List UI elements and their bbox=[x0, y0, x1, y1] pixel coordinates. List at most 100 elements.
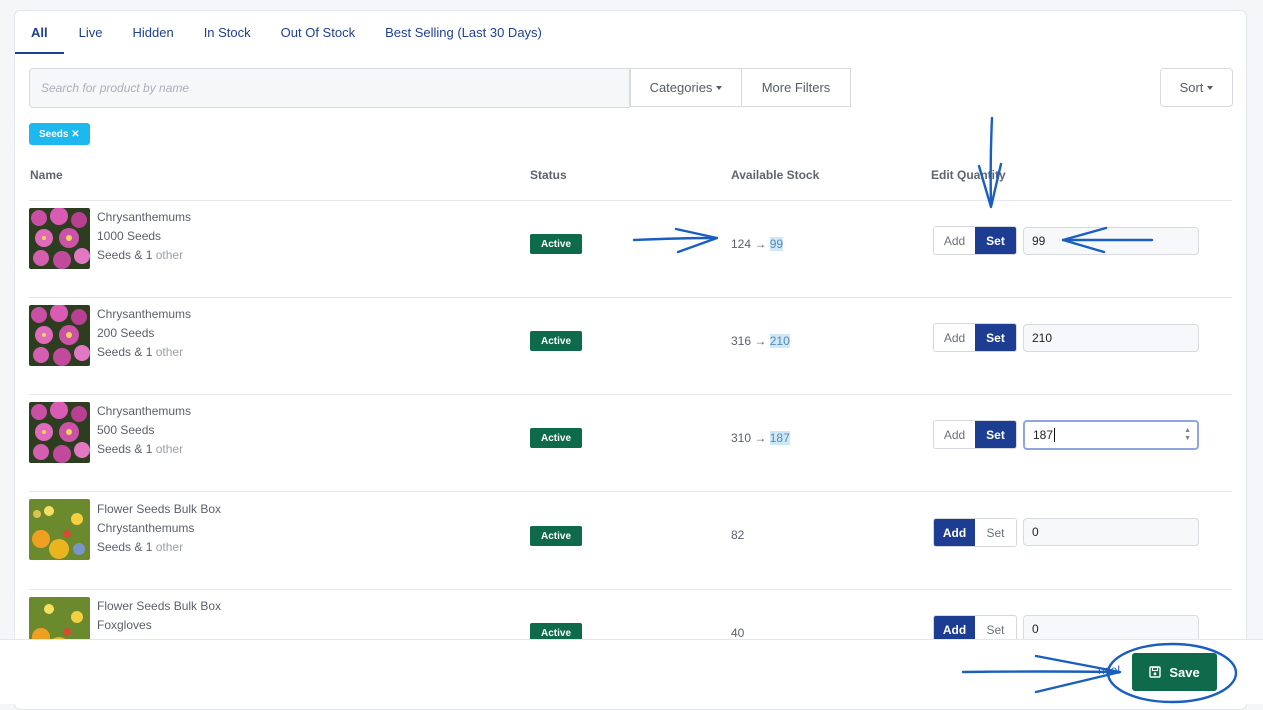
category-separator: & bbox=[134, 540, 146, 554]
product-name-cell: Chrysanthemums 200 Seeds Seeds & 1 other bbox=[97, 305, 191, 362]
product-thumbnail[interactable] bbox=[29, 402, 90, 463]
product-title[interactable]: Flower Seeds Bulk Box bbox=[97, 597, 221, 616]
chip-remove-icon[interactable]: ✕ bbox=[71, 129, 79, 140]
product-name-cell: Flower Seeds Bulk Box Chrystanthemums Se… bbox=[97, 500, 221, 557]
stock-value: 310 → 187 bbox=[731, 431, 790, 445]
category-other: other bbox=[155, 345, 184, 359]
chrysanthemum-image bbox=[29, 208, 90, 269]
chrysanthemum-image bbox=[29, 305, 90, 366]
products-card: All Live Hidden In Stock Out Of Stock Be… bbox=[14, 10, 1247, 710]
product-category: Seeds & 1 other bbox=[97, 440, 191, 459]
status-badge: Active bbox=[530, 331, 582, 351]
stock-new: 210 bbox=[769, 334, 790, 348]
category-separator: & bbox=[134, 248, 146, 262]
arrow-right-icon: → bbox=[754, 431, 767, 445]
column-header-stock: Available Stock bbox=[731, 168, 820, 182]
category-name: Seeds bbox=[97, 540, 132, 554]
category-other: other bbox=[155, 540, 184, 554]
number-spinner-icon[interactable]: ▲ ▼ bbox=[1184, 427, 1191, 443]
quantity-mode-toggle: Add Set bbox=[933, 518, 1017, 547]
sort-button[interactable]: Sort bbox=[1160, 68, 1233, 107]
tab-in-stock[interactable]: In Stock bbox=[189, 11, 266, 54]
caret-down-icon bbox=[1207, 86, 1214, 90]
quantity-value: 187 bbox=[1033, 428, 1054, 442]
sort-label: Sort bbox=[1179, 80, 1204, 95]
product-title[interactable]: Flower Seeds Bulk Box bbox=[97, 500, 221, 519]
category-other: other bbox=[155, 442, 184, 456]
stock-value: 82 bbox=[731, 528, 745, 542]
set-mode-button[interactable]: Set bbox=[975, 324, 1016, 351]
cancel-link[interactable]: ncel bbox=[1098, 663, 1120, 677]
categories-label: Categories bbox=[649, 80, 713, 95]
action-footer bbox=[0, 639, 1263, 704]
caret-down-icon bbox=[716, 86, 723, 90]
category-other: other bbox=[155, 248, 184, 262]
stock-value: 40 bbox=[731, 626, 745, 640]
set-mode-button[interactable]: Set bbox=[975, 519, 1016, 546]
row-divider bbox=[29, 491, 1232, 492]
product-variant: 200 Seeds bbox=[97, 326, 155, 340]
status-badge: Active bbox=[530, 428, 582, 448]
add-mode-button[interactable]: Add bbox=[934, 324, 975, 351]
quantity-mode-toggle: Add Set bbox=[933, 323, 1017, 352]
column-header-name: Name bbox=[30, 168, 63, 182]
search-input[interactable] bbox=[29, 68, 630, 108]
chip-label: Seeds bbox=[39, 128, 69, 140]
row-divider bbox=[29, 394, 1232, 395]
category-count: 1 bbox=[145, 345, 153, 359]
more-filters-button[interactable]: More Filters bbox=[741, 68, 851, 107]
product-category: Seeds & 1 other bbox=[97, 246, 191, 265]
tab-live[interactable]: Live bbox=[64, 11, 118, 54]
product-thumbnail[interactable] bbox=[29, 499, 90, 560]
category-name: Seeds bbox=[97, 345, 132, 359]
stock-current: 124 bbox=[731, 237, 752, 251]
status-badge: Active bbox=[530, 526, 582, 546]
row-divider bbox=[29, 200, 1232, 201]
product-title[interactable]: Chrysanthemums bbox=[97, 208, 191, 227]
quantity-input[interactable]: 210 bbox=[1023, 324, 1199, 352]
add-mode-button[interactable]: Add bbox=[934, 227, 975, 254]
product-category: Seeds & 1 other bbox=[97, 343, 191, 362]
filter-chip-seeds[interactable]: Seeds ✕ bbox=[29, 123, 90, 145]
product-name-cell: Chrysanthemums 500 Seeds Seeds & 1 other bbox=[97, 402, 191, 459]
product-variant: 1000 Seeds bbox=[97, 229, 162, 243]
set-mode-button[interactable]: Set bbox=[975, 421, 1016, 448]
product-variant: Foxgloves bbox=[97, 618, 152, 632]
stock-value: 316 → 210 bbox=[731, 334, 790, 348]
save-button[interactable]: Save bbox=[1132, 653, 1217, 691]
column-header-status: Status bbox=[530, 168, 567, 182]
tab-best-selling[interactable]: Best Selling (Last 30 Days) bbox=[370, 11, 557, 54]
product-name-cell: Chrysanthemums 1000 Seeds Seeds & 1 othe… bbox=[97, 208, 191, 265]
product-thumbnail[interactable] bbox=[29, 208, 90, 269]
row-divider bbox=[29, 589, 1232, 590]
save-label: Save bbox=[1169, 664, 1200, 680]
category-count: 1 bbox=[145, 248, 153, 262]
stock-new: 99 bbox=[769, 237, 784, 251]
save-icon bbox=[1149, 666, 1162, 678]
quantity-input[interactable]: 0 bbox=[1023, 518, 1199, 546]
set-mode-button[interactable]: Set bbox=[975, 227, 1016, 254]
tab-out-of-stock[interactable]: Out Of Stock bbox=[266, 11, 370, 54]
product-thumbnail[interactable] bbox=[29, 305, 90, 366]
wildflowers-image bbox=[29, 499, 90, 560]
stock-new: 187 bbox=[769, 431, 790, 445]
quantity-input[interactable]: 99 bbox=[1023, 227, 1199, 255]
tab-hidden[interactable]: Hidden bbox=[117, 11, 188, 54]
category-separator: & bbox=[134, 442, 146, 456]
add-mode-button[interactable]: Add bbox=[934, 421, 975, 448]
product-title[interactable]: Chrysanthemums bbox=[97, 305, 191, 324]
product-category: Seeds & 1 other bbox=[97, 538, 221, 557]
tab-all[interactable]: All bbox=[15, 11, 64, 54]
category-name: Seeds bbox=[97, 442, 132, 456]
product-title[interactable]: Chrysanthemums bbox=[97, 402, 191, 421]
stock-value: 124 → 99 bbox=[731, 237, 784, 251]
categories-button[interactable]: Categories bbox=[630, 68, 742, 107]
category-name: Seeds bbox=[97, 248, 132, 262]
quantity-input-focused[interactable]: 187 ▲ ▼ bbox=[1023, 420, 1199, 450]
row-divider bbox=[29, 297, 1232, 298]
text-caret bbox=[1054, 428, 1056, 442]
product-variant: Chrystanthemums bbox=[97, 521, 195, 535]
add-mode-button[interactable]: Add bbox=[934, 519, 975, 546]
category-separator: & bbox=[134, 345, 146, 359]
quantity-mode-toggle: Add Set bbox=[933, 226, 1017, 255]
